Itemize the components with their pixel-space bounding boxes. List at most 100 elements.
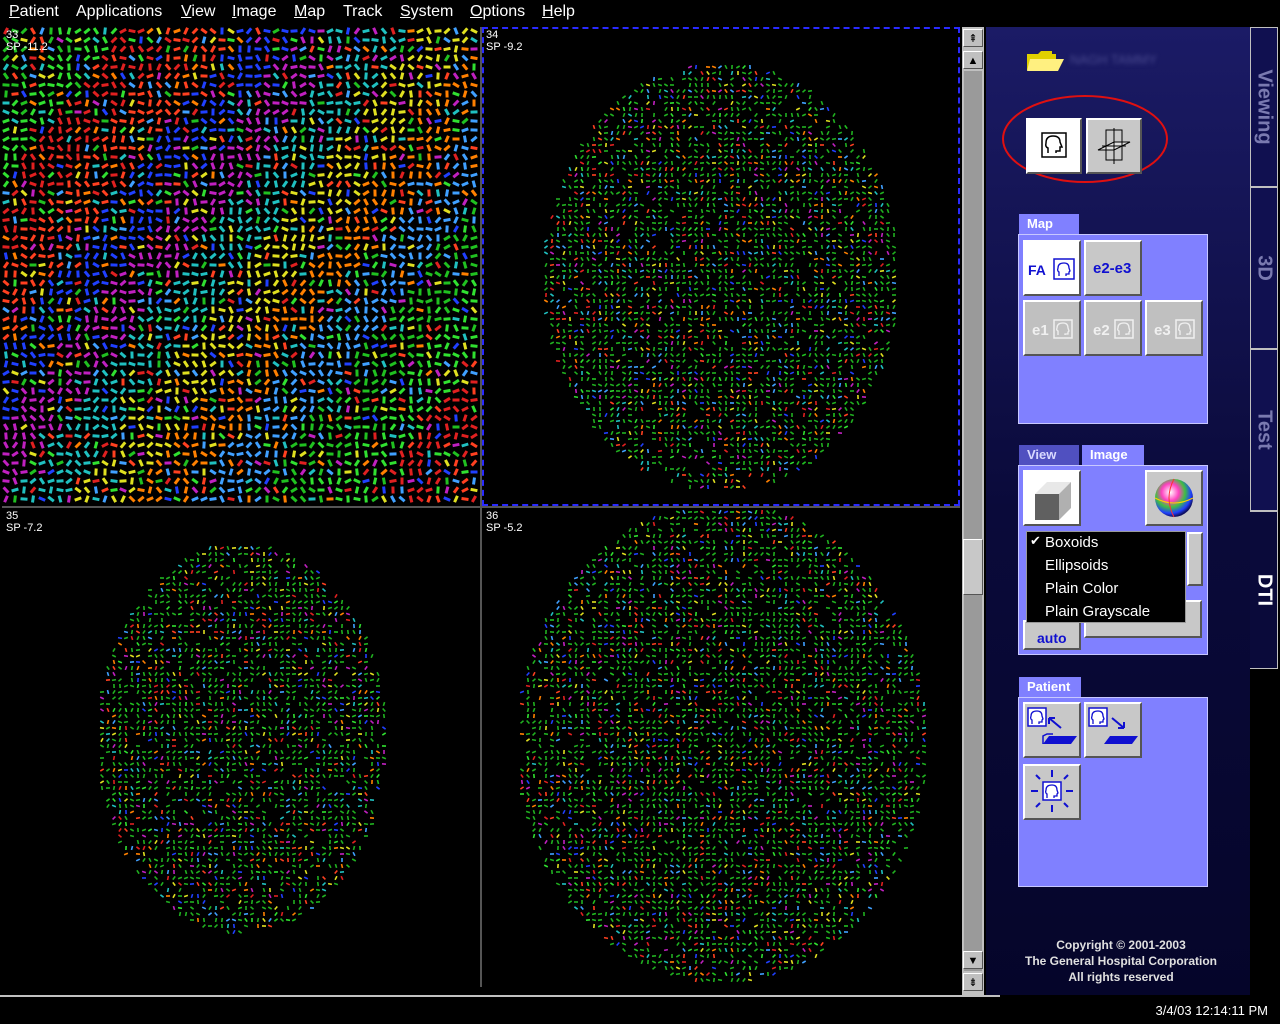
glyph [573,191,579,195]
glyph [736,304,740,310]
glyph [173,46,181,52]
glyph [327,414,333,422]
glyph [771,329,777,333]
glyph [20,63,28,71]
viewport-34[interactable]: 34 SP -9.2 [482,27,960,506]
glyph [461,153,469,161]
glyph [137,379,145,385]
glyph [173,361,181,367]
glyph [549,317,555,321]
glyph [56,387,64,395]
glyph [65,199,73,205]
menu-map[interactable]: Map [294,3,325,21]
glyph [754,196,758,202]
glyph [58,27,62,35]
glyph [634,232,638,238]
glyph [777,389,783,393]
glyph [219,207,225,215]
glyph [861,275,867,279]
glyph [616,286,620,292]
menu-options[interactable]: Options [470,3,525,21]
glyph [657,185,663,189]
glyph [2,306,10,314]
glyph [771,203,777,207]
glyph [658,316,662,322]
glyph [290,101,298,105]
glyph [463,162,467,170]
glyph [362,352,370,358]
glyph [453,153,459,161]
menu-track[interactable]: Track [343,3,382,21]
glyph [777,335,783,339]
glyph [155,173,163,177]
glyph [84,342,90,350]
glyph [579,161,585,165]
glyph [562,250,566,256]
menu-help[interactable]: Help [542,3,575,21]
glyph [694,136,698,142]
glyph [753,359,759,363]
glyph [470,370,478,376]
glyph [855,245,861,249]
glyph [155,235,163,241]
glyph [111,135,117,143]
glyph [227,252,235,260]
glyph [130,216,134,224]
glyph [47,306,55,314]
menu-patient[interactable]: Patient [9,3,59,21]
glyph [263,45,271,53]
glyph [326,180,334,188]
glyph [470,360,478,368]
glyph [65,54,73,62]
glyph [29,460,37,466]
glyph [246,234,252,242]
glyph [11,63,19,71]
glyph [48,414,54,422]
glyph [191,324,199,332]
glyph [228,270,234,278]
glyph [820,244,824,250]
viewport-33[interactable]: 33 SP -11.2 [2,27,480,506]
glyph [381,360,387,368]
glyph [317,351,325,359]
glyph [462,414,468,422]
glyph [290,262,298,268]
glyph [362,442,370,448]
glyph [110,72,118,80]
glyph [147,378,153,386]
menu-image[interactable]: Image [232,3,276,21]
glyph [399,459,405,467]
glyph [453,459,459,467]
glyph [380,459,388,467]
glyph [789,371,795,375]
glyph [591,257,597,261]
glyph [573,371,579,375]
glyph [299,145,307,151]
glyph [855,263,861,267]
menu-applications[interactable]: Applications [76,3,162,21]
glyph [389,478,397,484]
glyph [742,323,746,327]
glyph [443,433,451,439]
glyph [778,262,782,268]
glyph [580,256,584,262]
glyph [407,325,415,331]
glyph [83,252,91,260]
menu-view[interactable]: View [181,3,215,21]
glyph [628,268,632,274]
glyph [885,323,891,327]
glyph [336,477,342,485]
glyph [729,365,735,369]
glyph [20,450,28,458]
glyph [84,288,90,296]
glyph [706,232,710,238]
menu-system[interactable]: System [400,3,453,21]
glyph [711,401,717,405]
glyph [867,377,873,381]
glyph [820,298,824,304]
glyph [426,36,432,44]
glyph [353,173,361,177]
glyph [723,263,729,267]
glyph [789,353,795,357]
glyph [335,101,343,105]
